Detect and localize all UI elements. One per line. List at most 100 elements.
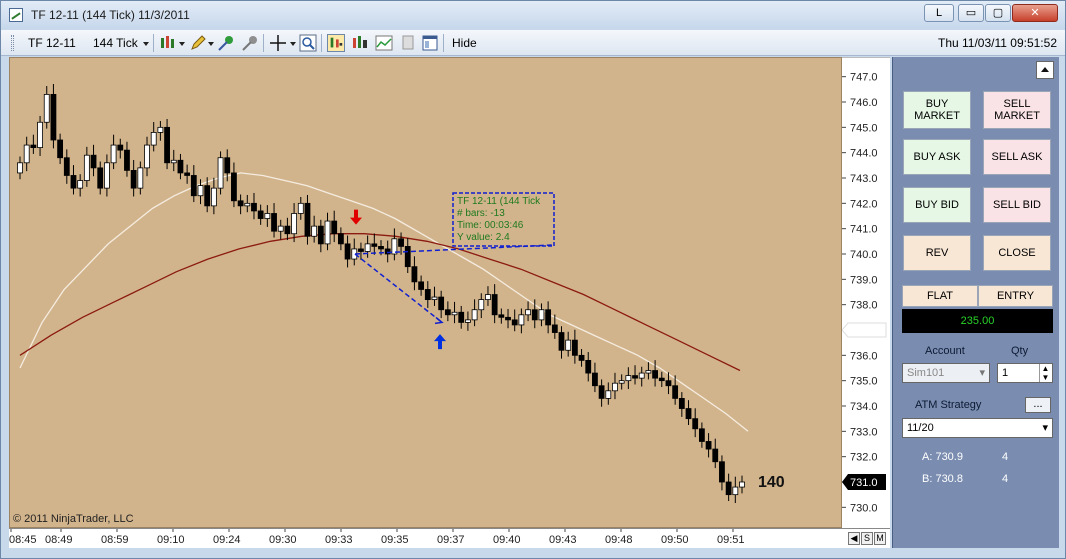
sell-market-button[interactable]: SELL MARKET (983, 91, 1051, 129)
copy-icon[interactable] (399, 34, 417, 52)
candlestick (217, 151, 224, 195)
chevron-down-icon[interactable] (143, 42, 149, 46)
pencil-icon[interactable] (189, 34, 207, 52)
minimize-icon[interactable]: ▭ (958, 4, 984, 22)
candlestick (110, 134, 117, 170)
hide-button[interactable]: Hide (452, 36, 477, 50)
price-tick-label: 738.0 (850, 300, 878, 312)
sell-ask-button[interactable]: SELL ASK (983, 139, 1051, 175)
price-chart[interactable]: TF 12-11 (144 Tick # bars: -13 Time: 00:03… (9, 57, 842, 528)
candlestick (37, 115, 43, 156)
last-price-tag: 731.0 (842, 474, 886, 490)
chevron-down-icon[interactable] (290, 42, 296, 46)
chart-trader-panel: BUY MARKET SELL MARKET BUY ASK SELL ASK BUY … (892, 57, 1059, 548)
candlestick (117, 138, 124, 159)
candlestick (264, 205, 271, 227)
buy-ask-button[interactable]: BUY ASK (903, 139, 971, 175)
time-tick-label: 09:30 (269, 534, 297, 546)
price-axis-labels: 747.0 746.0 745.0 744.0 743.0 742.0 741.0 740.0… (841, 72, 887, 514)
candlestick (465, 311, 471, 331)
interval-selector[interactable]: 144 Tick (93, 36, 138, 50)
candlestick (638, 366, 645, 387)
candlestick (364, 235, 371, 258)
candlestick (678, 392, 685, 417)
candlestick (618, 374, 625, 390)
time-tick-label: 09:48 (605, 534, 633, 546)
scale-left-icon[interactable]: ◀ (848, 532, 860, 545)
price-tick-label: 734.0 (850, 401, 878, 413)
pnl-display: 235.00 (902, 309, 1053, 333)
close-icon[interactable]: ✕ (1012, 4, 1058, 22)
link-button[interactable]: L (924, 4, 954, 22)
strategy-icon[interactable] (241, 34, 259, 52)
candlestick (351, 238, 358, 266)
candlestick-plot[interactable]: TF 12-11 (144 Tick# bars: -13Time: 00:03… (10, 58, 843, 529)
line-chart-icon[interactable] (375, 34, 393, 52)
price-tick-label: 741.0 (850, 224, 878, 236)
candlestick (558, 326, 565, 359)
candlestick (538, 303, 545, 327)
bar-style-icon[interactable] (159, 34, 177, 52)
candlestick (418, 275, 425, 296)
candlestick (592, 362, 598, 393)
candlestick (658, 371, 665, 387)
scale-m-button[interactable]: M (874, 532, 886, 545)
chevron-down-icon[interactable] (179, 42, 185, 46)
title-bar[interactable]: TF 12-11 (144 Tick) 11/3/2011 L ▭ ▢ ✕ (1, 1, 1065, 29)
close-button[interactable]: CLOSE (983, 235, 1051, 271)
properties-icon[interactable] (421, 34, 439, 52)
svg-text:731.0: 731.0 (850, 477, 878, 489)
candlestick (77, 174, 84, 197)
time-tick-label: 09:33 (325, 534, 353, 546)
crosshair-icon[interactable] (269, 34, 287, 52)
qty-value: 1 (1002, 367, 1009, 379)
quantity-stepper[interactable]: 1 ▲ ▼ (997, 363, 1053, 383)
candlestick (491, 284, 498, 324)
candlestick (170, 149, 177, 172)
price-tick-label: 744.0 (850, 148, 878, 160)
account-select[interactable]: Sim101 ▾ (902, 363, 990, 383)
panel-collapse-icon[interactable] (1036, 61, 1054, 79)
price-tick-label: 739.0 (850, 274, 878, 286)
candlestick (184, 164, 191, 184)
chart-trader-icon[interactable] (327, 34, 345, 52)
time-axis[interactable]: 08:45 08:49 08:59 09:10 09:24 09:30 09:33 09:35… (9, 528, 890, 548)
zoom-icon[interactable] (299, 34, 317, 52)
atm-options-button[interactable]: ... (1025, 397, 1051, 413)
scale-s-button[interactable]: S (861, 532, 873, 545)
rev-button[interactable]: REV (903, 235, 971, 271)
candlestick (725, 473, 732, 501)
indicator-icon[interactable] (217, 34, 235, 52)
candlestick (698, 422, 705, 448)
atm-strategy-select[interactable]: 11/20 ▾ (902, 418, 1053, 438)
price-axis[interactable]: 747.0 746.0 745.0 744.0 743.0 742.0 741.0 740.0… (841, 57, 890, 528)
candlestick (43, 86, 50, 129)
measure-line (354, 253, 443, 323)
buy-market-button[interactable]: BUY MARKET (903, 91, 971, 129)
toolbar-separator (321, 34, 322, 52)
maximize-icon[interactable]: ▢ (985, 4, 1011, 22)
stepper-arrows-icon[interactable]: ▲ ▼ (1039, 364, 1051, 382)
data-series-icon[interactable] (351, 34, 369, 52)
candlestick (645, 362, 652, 380)
sell-bid-button[interactable]: SELL BID (983, 187, 1051, 223)
fast-moving-average-line (19, 172, 749, 432)
chart-app-icon (9, 8, 23, 22)
price-tick-label: 746.0 (850, 97, 878, 109)
candlestick (337, 227, 344, 251)
buy-bid-button[interactable]: BUY BID (903, 187, 971, 223)
candlestick (344, 235, 351, 268)
toolbar-grip[interactable] (11, 35, 14, 51)
entry-label: ENTRY (978, 285, 1053, 307)
chevron-down-icon[interactable] (208, 42, 214, 46)
candlestick (739, 475, 745, 494)
time-axis-labels: 08:45 08:49 08:59 09:10 09:24 09:30 09:33 09:35… (9, 529, 745, 546)
candlestick (304, 194, 311, 245)
instrument-selector[interactable]: TF 12-11 (28, 36, 76, 50)
candlestick (571, 329, 578, 364)
candlestick (384, 240, 391, 263)
candlestick (458, 305, 465, 329)
tooltip-line: # bars: -13 (457, 208, 505, 219)
candlestick (444, 301, 451, 322)
ask-qty: 4 (1002, 451, 1009, 463)
